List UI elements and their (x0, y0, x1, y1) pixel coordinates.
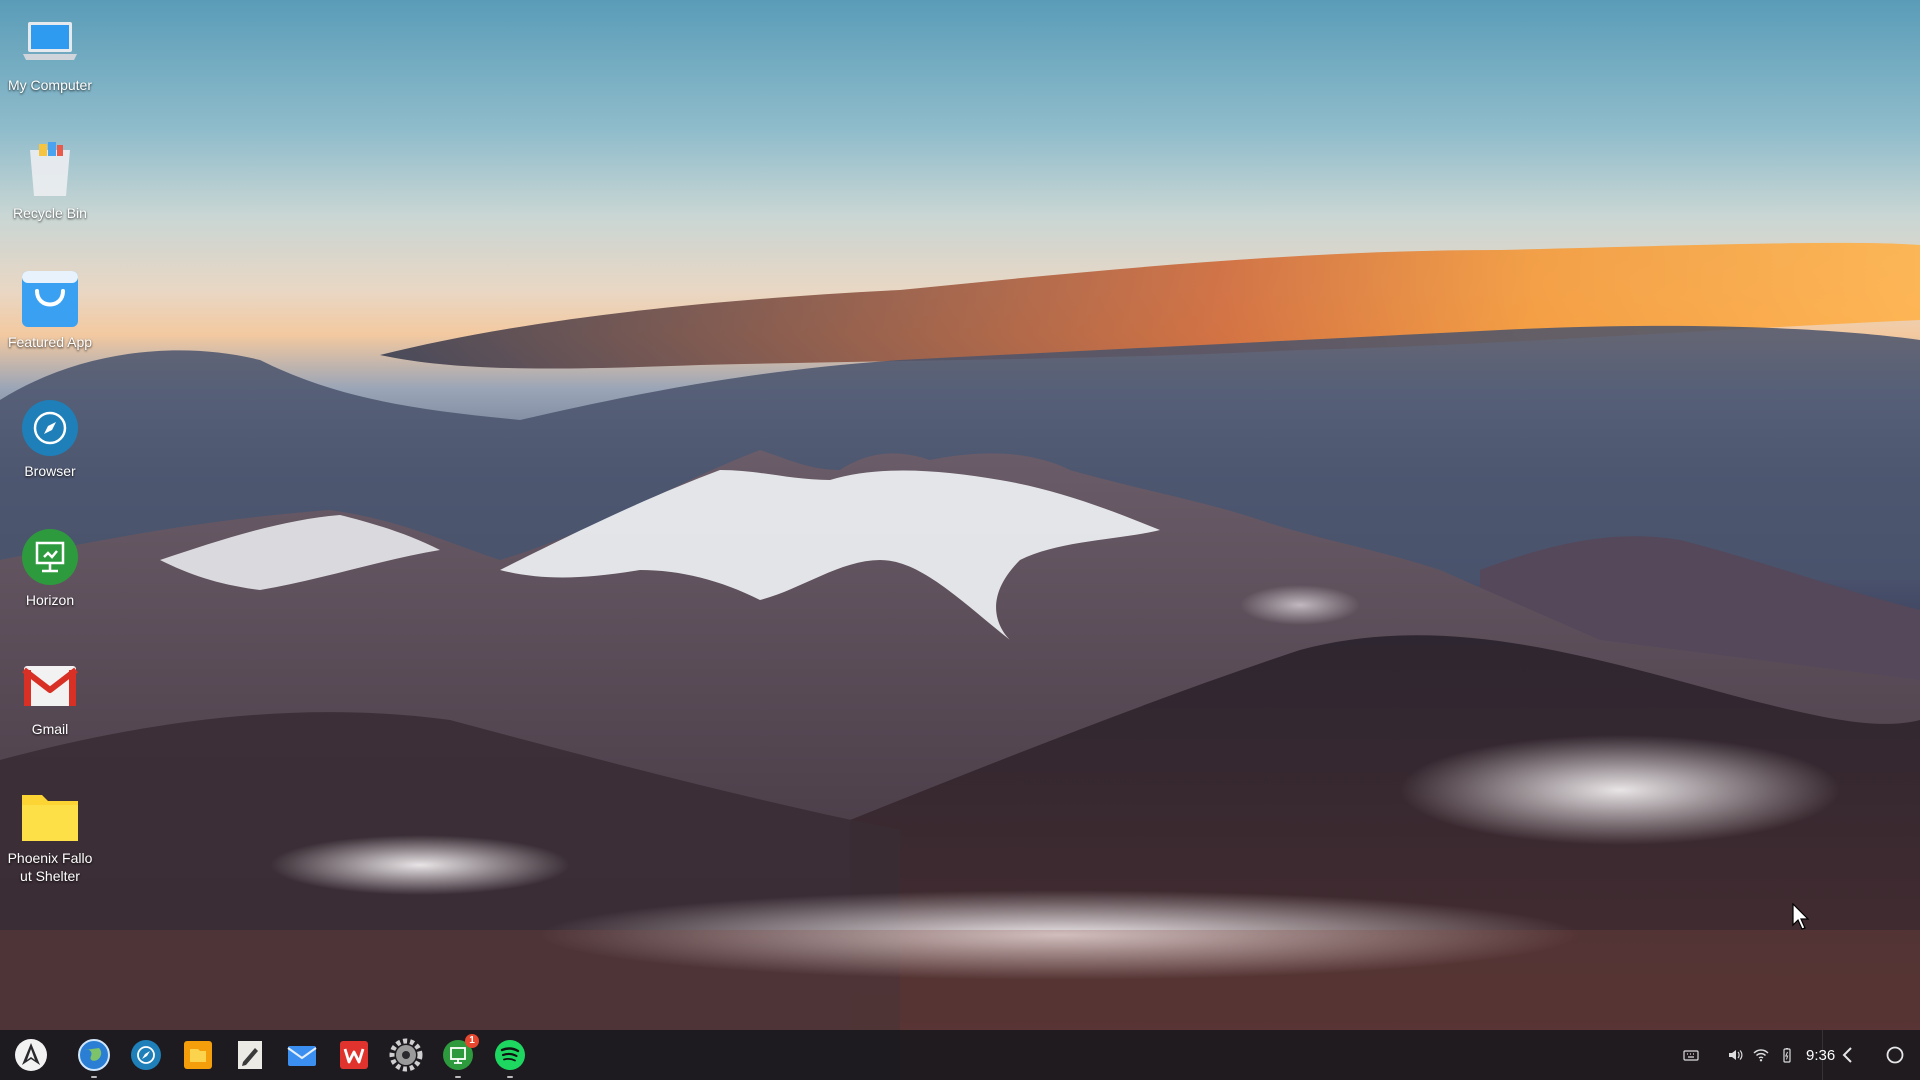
mountain-landscape (0, 242, 1920, 1080)
system-tray: 9:36 (1678, 1030, 1835, 1080)
taskbar-app-mail[interactable] (285, 1038, 319, 1072)
taskbar-app-browser[interactable] (129, 1038, 163, 1072)
desktop-icon-featured-app[interactable]: Featured App (0, 257, 100, 351)
desktop-icon-label: Featured App (7, 334, 93, 350)
gear-icon (389, 1038, 423, 1072)
desktop-icon-label: My Computer (7, 77, 93, 93)
file-manager-icon (184, 1041, 212, 1069)
desktop-wallpaper (0, 0, 1920, 1080)
wps-office-icon (340, 1041, 368, 1069)
desktop-icon-label: Phoenix Fallout Shelter (7, 850, 93, 884)
desktop-icon-recycle-bin[interactable]: Recycle Bin (0, 128, 100, 222)
desktop-icon-gmail[interactable]: Gmail (0, 644, 100, 738)
desktop-icon-label: Recycle Bin (13, 205, 87, 221)
home-circle-icon[interactable] (1883, 1043, 1907, 1067)
running-indicator (455, 1076, 461, 1078)
taskbar-app-settings[interactable] (389, 1038, 423, 1072)
running-indicator (507, 1076, 513, 1078)
desktop-icon-browser[interactable]: Browser (0, 386, 100, 480)
spotify-icon (495, 1040, 525, 1070)
laptop-icon (20, 12, 80, 72)
tray-divider (1822, 1030, 1823, 1080)
volume-icon[interactable] (1727, 1047, 1743, 1063)
taskbar-app-wps[interactable] (337, 1038, 371, 1072)
desktop-icon-phoenix-fallout-shelter[interactable]: Phoenix Fallout Shelter (0, 773, 100, 885)
wifi-icon[interactable] (1753, 1047, 1769, 1063)
shopping-bag-icon (20, 269, 80, 329)
desktop-icon-my-computer[interactable]: My Computer (0, 0, 100, 94)
taskbar-app-editor[interactable] (233, 1038, 267, 1072)
taskbar-app-horizon[interactable]: 1 (441, 1034, 479, 1078)
recycle-bin-icon (20, 140, 80, 200)
notification-badge: 1 (465, 1034, 479, 1048)
compass-icon (20, 398, 80, 458)
taskbar-app-files[interactable] (181, 1038, 215, 1072)
battery-icon[interactable] (1779, 1047, 1795, 1063)
back-arrow-icon[interactable] (1836, 1043, 1860, 1067)
taskbar-app-chrome[interactable] (77, 1038, 111, 1078)
desktop-icon-label: Horizon (25, 592, 75, 608)
notepad-icon (238, 1041, 262, 1069)
phoenix-logo-icon (15, 1039, 47, 1071)
taskbar: 1 9:36 (0, 1030, 1920, 1080)
desktop-icon-horizon[interactable]: Horizon (0, 515, 100, 609)
desktop-icon-label: Browser (24, 463, 76, 479)
gmail-icon (20, 656, 80, 716)
compass-icon (131, 1040, 161, 1070)
mail-icon (287, 1046, 317, 1066)
folder-icon (20, 785, 80, 845)
clock[interactable]: 9:36 (1806, 1047, 1835, 1064)
taskbar-app-spotify[interactable] (493, 1038, 527, 1078)
globe-icon (78, 1039, 110, 1071)
desktop-icon-label: Gmail (31, 721, 69, 737)
horizon-icon (20, 527, 80, 587)
start-button[interactable] (14, 1038, 48, 1072)
keyboard-icon[interactable] (1683, 1047, 1699, 1063)
running-indicator (91, 1076, 97, 1078)
mouse-cursor-icon (1792, 903, 1810, 930)
